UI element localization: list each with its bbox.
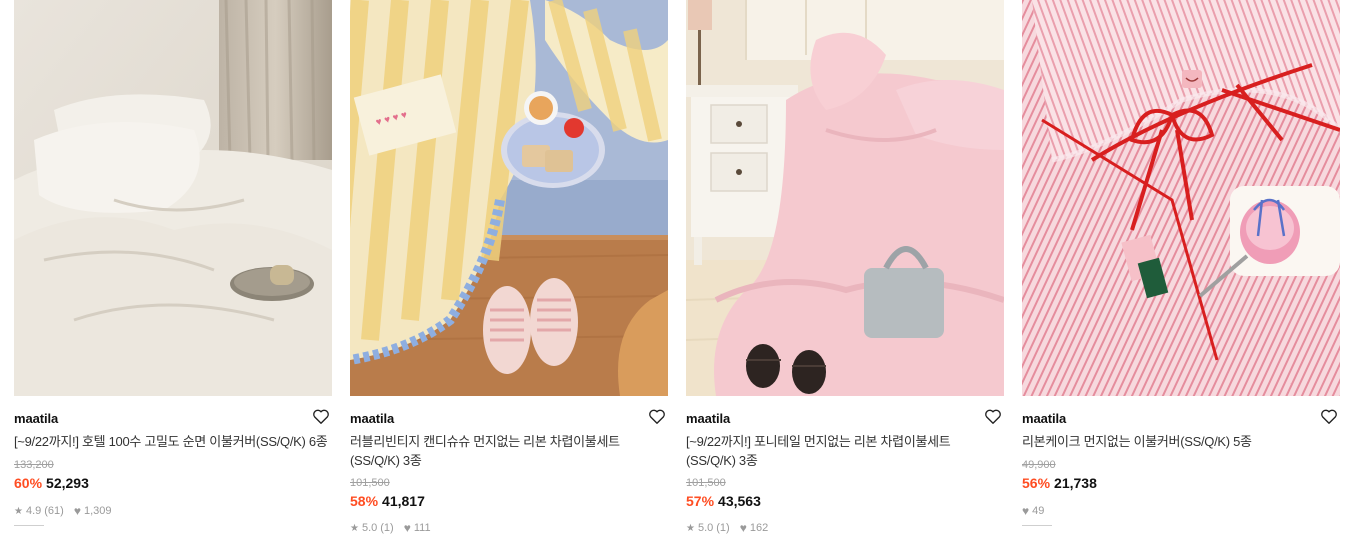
star-icon: ★ <box>686 522 695 534</box>
heart-icon[interactable] <box>1320 408 1338 425</box>
product-image[interactable] <box>686 0 1004 396</box>
sale-price: 43,563 <box>718 493 761 509</box>
rating-count: (61) <box>44 505 64 517</box>
heart-filled-icon: ♥ <box>1022 504 1030 518</box>
product-card[interactable]: ♥ ♥ ♥ ♥ maatila 러블리빈티지 캔디슈슈 먼지없는 리본 차렵이불… <box>350 0 668 535</box>
original-price: 49,900 <box>1022 459 1056 471</box>
product-meta: ★ 5.0 (1) ♥ 162 <box>686 521 768 535</box>
like-count: 49 <box>1032 505 1045 517</box>
like-count: 111 <box>413 522 431 534</box>
rating-value: 4.9 <box>25 505 42 517</box>
heart-filled-icon: ♥ <box>739 521 747 535</box>
brand-name[interactable]: maatila <box>350 411 394 426</box>
product-image[interactable] <box>14 0 332 396</box>
original-price: 101,500 <box>686 477 726 489</box>
price-line: 58% 41,817 <box>350 493 425 509</box>
like-count: 1,309 <box>83 505 112 517</box>
original-price: 133,200 <box>14 459 54 471</box>
original-price: 101,500 <box>350 477 390 489</box>
sale-price: 41,817 <box>382 493 425 509</box>
rating-value: 5.0 <box>361 522 378 534</box>
product-title[interactable]: 리본케이크 먼지없는 이불커버(SS/Q/K) 5종 <box>1022 432 1340 451</box>
brand-name[interactable]: maatila <box>14 411 58 426</box>
rating-value: 5.0 <box>697 522 714 534</box>
heart-icon[interactable] <box>984 408 1002 425</box>
star-icon: ★ <box>14 505 23 517</box>
price-line: 57% 43,563 <box>686 493 761 509</box>
price-line: 60% 52,293 <box>14 475 89 491</box>
product-card[interactable]: maatila [~9/22까지!] 포니테일 먼지없는 리본 차렵이불세트 (… <box>686 0 1004 535</box>
rating-count: (1) <box>380 522 394 534</box>
heart-filled-icon: ♥ <box>73 504 81 518</box>
product-meta: ♥ 49 <box>1022 504 1044 518</box>
product-title[interactable]: [~9/22까지!] 포니테일 먼지없는 리본 차렵이불세트 (SS/Q/K) … <box>686 432 971 470</box>
discount-rate: 57% <box>686 493 715 509</box>
product-image[interactable]: ♥ ♥ ♥ ♥ <box>350 0 668 396</box>
discount-rate: 56% <box>1022 475 1051 491</box>
brand-name[interactable]: maatila <box>1022 411 1066 426</box>
brand-name[interactable]: maatila <box>686 411 730 426</box>
product-image[interactable] <box>1022 0 1340 396</box>
discount-rate: 60% <box>14 475 43 491</box>
product-card[interactable]: maatila 리본케이크 먼지없는 이불커버(SS/Q/K) 5종 49,90… <box>1022 0 1340 529</box>
heart-icon[interactable] <box>312 408 330 425</box>
sale-price: 52,293 <box>46 475 89 491</box>
product-card[interactable]: maatila [~9/22까지!] 호텔 100수 고밀도 순면 이불커버(S… <box>14 0 332 529</box>
rating-count: (1) <box>716 522 730 534</box>
product-title[interactable]: [~9/22까지!] 호텔 100수 고밀도 순면 이불커버(SS/Q/K) 6… <box>14 432 332 451</box>
product-meta: ★ 4.9 (61) ♥ 1,309 <box>14 504 111 518</box>
heart-icon[interactable] <box>648 408 666 425</box>
product-meta: ★ 5.0 (1) ♥ 111 <box>350 521 431 535</box>
discount-rate: 58% <box>350 493 379 509</box>
sale-price: 21,738 <box>1054 475 1097 491</box>
star-icon: ★ <box>350 522 359 534</box>
price-line: 56% 21,738 <box>1022 475 1097 491</box>
like-count: 162 <box>749 522 769 534</box>
heart-filled-icon: ♥ <box>403 521 411 535</box>
product-title[interactable]: 러블리빈티지 캔디슈슈 먼지없는 리본 차렵이불세트 (SS/Q/K) 3종 <box>350 432 650 470</box>
